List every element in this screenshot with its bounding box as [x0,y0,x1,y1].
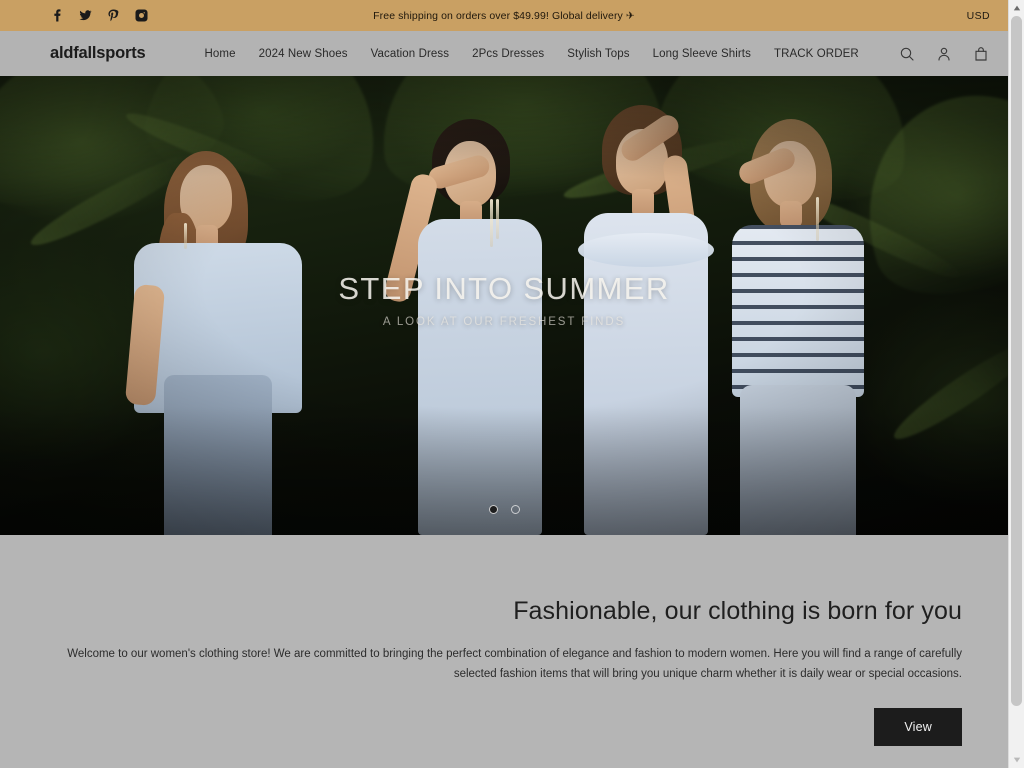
facebook-icon[interactable] [50,8,65,23]
announcement-text: Free shipping on orders over $49.99! Glo… [0,10,1008,22]
promo-title: Fashionable, our clothing is born for yo… [46,535,962,626]
view-button[interactable]: View [874,708,962,746]
instagram-icon[interactable] [134,8,149,23]
promo-section: Fashionable, our clothing is born for yo… [0,535,1008,768]
main-navigation: Home 2024 New Shoes Vacation Dress 2Pcs … [205,48,859,60]
nav-item-home[interactable]: Home [205,48,236,60]
nav-item-long-sleeve-shirts[interactable]: Long Sleeve Shirts [653,48,751,60]
scroll-down-arrow-icon[interactable] [1009,752,1024,768]
scrollbar-thumb[interactable] [1011,16,1022,706]
promo-body-text: Welcome to our women's clothing store! W… [52,644,962,685]
currency-label[interactable]: USD [967,10,990,22]
promo-actions: View [46,708,962,746]
carousel-dot-2[interactable] [511,505,520,514]
account-icon[interactable] [935,45,953,63]
carousel-dot-1[interactable] [489,505,498,514]
hero-banner: STEP INTO SUMMER A LOOK AT OUR FRESHEST … [0,76,1008,535]
search-icon[interactable] [898,45,916,63]
currency-selector[interactable]: USD [967,10,990,22]
browser-page: Free shipping on orders over $49.99! Glo… [0,0,1024,768]
twitter-icon[interactable] [78,8,93,23]
hero-image [0,76,1008,535]
scrollbar-track[interactable] [1009,16,1024,752]
site-header: aldfallsports Home 2024 New Shoes Vacati… [0,31,1008,76]
scroll-up-arrow-icon[interactable] [1009,0,1024,16]
nav-item-2024-new-shoes[interactable]: 2024 New Shoes [259,48,348,60]
announcement-bar: Free shipping on orders over $49.99! Glo… [0,0,1008,31]
cart-icon[interactable] [972,45,990,63]
social-links [50,8,149,23]
hero-overlay [0,76,1008,535]
nav-item-track-order[interactable]: TRACK ORDER [774,48,859,60]
pinterest-icon[interactable] [106,8,121,23]
nav-item-vacation-dress[interactable]: Vacation Dress [371,48,450,60]
vertical-scrollbar[interactable] [1008,0,1024,768]
header-icons [898,45,990,63]
site-logo[interactable]: aldfallsports [50,44,146,63]
nav-item-2pcs-dresses[interactable]: 2Pcs Dresses [472,48,544,60]
carousel-dots [0,505,1008,514]
page-viewport: Free shipping on orders over $49.99! Glo… [0,0,1008,768]
nav-item-stylish-tops[interactable]: Stylish Tops [567,48,629,60]
